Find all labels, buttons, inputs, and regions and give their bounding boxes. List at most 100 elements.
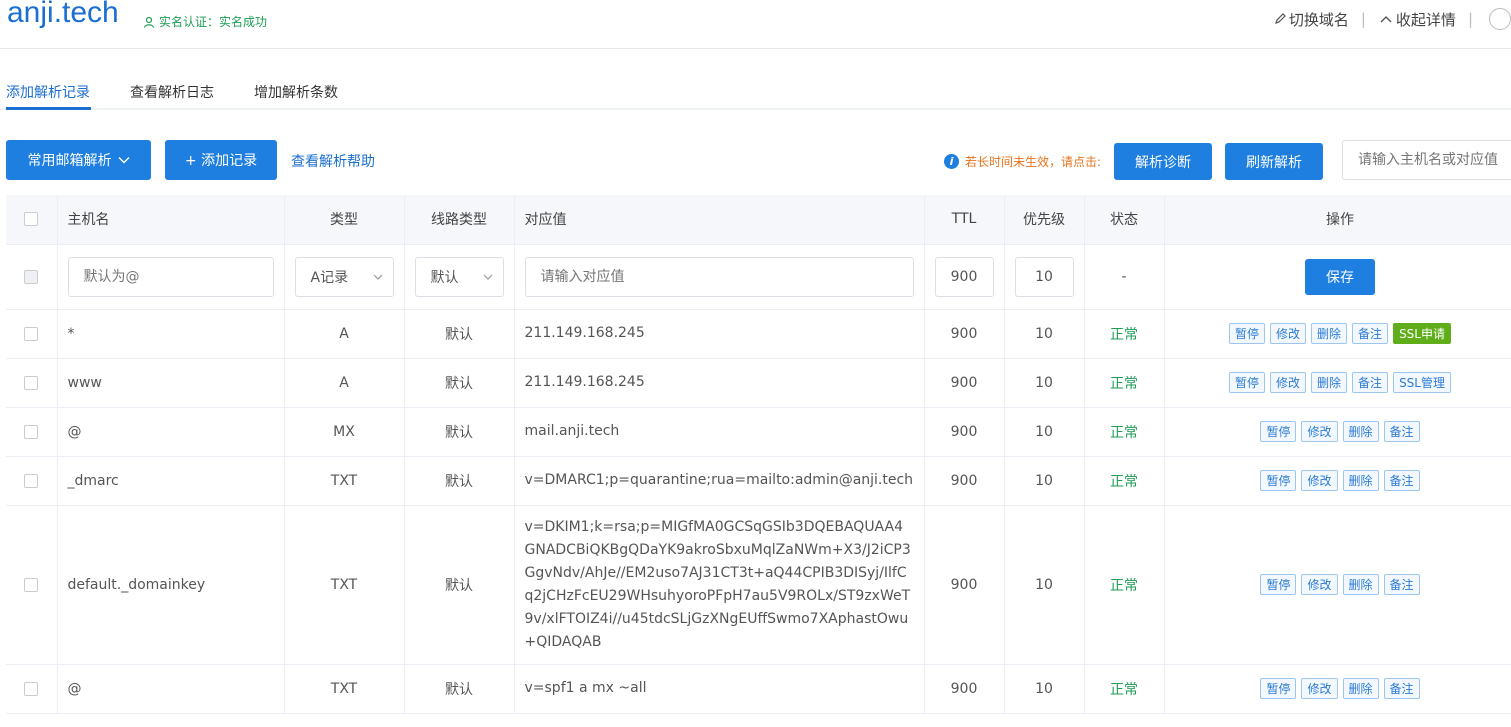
row-ttl: 900 [924,358,1005,408]
new-record-row: A记录 默认 900 10 - 保存 [6,244,1511,310]
switch-domain-button[interactable]: 切换域名 [1273,9,1349,30]
row-type: A [284,309,405,359]
row-actions: 暂停 修改 删除 备注 [1165,421,1511,442]
user-icon [143,16,155,28]
type-select[interactable]: A记录 [294,256,394,297]
refresh-button[interactable]: 刷新解析 [1225,143,1323,180]
row-action-0[interactable]: 暂停 [1260,470,1297,491]
row-priority: 10 [1004,505,1085,665]
row-host: www [57,358,285,408]
search-input[interactable] [1342,140,1511,180]
row-action-4[interactable]: SSL管理 [1393,372,1451,393]
tab-bar: 添加解析记录 查看解析日志 增加解析条数 [0,70,1511,110]
value-input[interactable] [524,256,914,297]
row-action-2[interactable]: 删除 [1311,372,1348,393]
row-status: 正常 [1084,309,1165,359]
col-ttl: TTL [924,195,1005,245]
chevron-down-icon [483,274,492,280]
row-action-4[interactable]: SSL申请 [1393,323,1451,344]
help-link[interactable]: 查看解析帮助 [291,151,375,171]
row-action-1[interactable]: 修改 [1270,372,1307,393]
back-icon[interactable] [1489,8,1511,30]
edit-icon [1274,13,1286,24]
row-actions: 暂停 修改 删除 备注 SSL申请 [1165,323,1511,344]
row-action-3[interactable]: 备注 [1352,372,1389,393]
mail-preset-button[interactable]: 常用邮箱解析 [6,140,151,180]
row-actions: 暂停 修改 删除 备注 SSL管理 [1165,372,1511,393]
row-action-3[interactable]: 备注 [1383,574,1420,595]
row-priority: 10 [1004,407,1085,457]
line-select-value: 默认 [430,269,459,286]
row-host: @ [57,407,285,457]
row-value: 211.149.168.245 [514,358,925,408]
row-type: A [284,358,405,408]
table-row: www A 默认 211.149.168.245 900 10 正常 暂停 修改删… [6,358,1511,408]
save-button[interactable]: 保存 [1305,258,1375,295]
priority-input[interactable]: 10 [1014,256,1074,297]
diagnose-button[interactable]: 解析诊断 [1114,143,1212,180]
row-checkbox[interactable] [24,577,39,592]
row-action-2[interactable]: 删除 [1311,323,1348,344]
row-action-3[interactable]: 备注 [1352,323,1389,344]
tab-increase-quota[interactable]: 增加解析条数 [254,82,338,102]
host-input[interactable] [67,256,274,297]
row-action-3[interactable]: 备注 [1383,470,1420,491]
row-action-3[interactable]: 备注 [1383,678,1420,699]
row-action-1[interactable]: 修改 [1301,574,1338,595]
records-table: 主机名 类型 线路类型 对应值 TTL 优先级 状态 操作 A记录 [6,195,1511,714]
row-action-1[interactable]: 修改 [1301,678,1338,699]
row-line: 默认 [404,407,515,457]
add-record-button[interactable]: + 添加记录 [165,140,277,180]
tab-active-indicator [6,107,91,110]
chevron-down-icon [373,274,382,280]
row-status: 正常 [1084,358,1165,408]
row-type: MX [284,407,405,457]
row-action-1[interactable]: 修改 [1270,323,1307,344]
row-action-3[interactable]: 备注 [1383,421,1420,442]
row-type: TXT [284,505,405,665]
row-priority: 10 [1004,456,1085,506]
row-action-0[interactable]: 暂停 [1229,323,1266,344]
row-action-2[interactable]: 删除 [1342,574,1379,595]
row-checkbox[interactable] [24,375,39,390]
row-action-1[interactable]: 修改 [1301,470,1338,491]
row-action-0[interactable]: 暂停 [1260,421,1297,442]
row-action-0[interactable]: 暂停 [1260,574,1297,595]
row-line: 默认 [404,664,515,714]
row-priority: 10 [1004,358,1085,408]
table-row: * A 默认 211.149.168.245 900 10 正常 暂停 修改 删除备… [6,309,1511,359]
row-checkbox[interactable] [24,326,39,341]
row-action-0[interactable]: 暂停 [1229,372,1266,393]
row-status: 正常 [1084,456,1165,506]
row-value: mail.anji.tech [514,407,925,457]
row-priority: 10 [1004,664,1085,714]
row-type: TXT [284,456,405,506]
col-status: 状态 [1084,195,1165,245]
table-row: _dmarc TXT 默认 v=DMARC1;p=quarantine;rua=… [6,456,1511,506]
collapse-details-button[interactable]: 收起详情 [1378,9,1456,30]
row-action-2[interactable]: 删除 [1342,678,1379,699]
tab-view-log[interactable]: 查看解析日志 [130,82,214,102]
row-checkbox[interactable] [24,269,39,284]
row-action-2[interactable]: 删除 [1342,421,1379,442]
row-ttl: 900 [924,407,1005,457]
row-action-2[interactable]: 删除 [1342,470,1379,491]
line-select[interactable]: 默认 [414,256,504,297]
row-actions: 暂停 修改 删除 备注 [1165,470,1511,491]
divider: | [1360,10,1366,28]
ttl-input[interactable]: 900 [934,256,994,297]
type-select-value: A记录 [310,269,349,286]
tab-add-record[interactable]: 添加解析记录 [6,82,90,102]
row-action-1[interactable]: 修改 [1301,421,1338,442]
row-checkbox[interactable] [24,424,39,439]
col-line: 线路类型 [404,195,515,245]
row-checkbox[interactable] [24,681,39,696]
row-checkbox[interactable] [24,473,39,488]
hint-text: 若长时间未生效，请点击: [965,155,1102,169]
col-host: 主机名 [57,195,285,245]
select-all-checkbox[interactable] [24,212,39,227]
row-status: 正常 [1084,664,1165,714]
row-action-0[interactable]: 暂停 [1260,678,1297,699]
header-actions: 切换域名 | 收起详情 | [1273,8,1511,30]
page-header: anji.tech 实名认证：实名成功 切换域名 | 收起详情 | [0,0,1511,49]
